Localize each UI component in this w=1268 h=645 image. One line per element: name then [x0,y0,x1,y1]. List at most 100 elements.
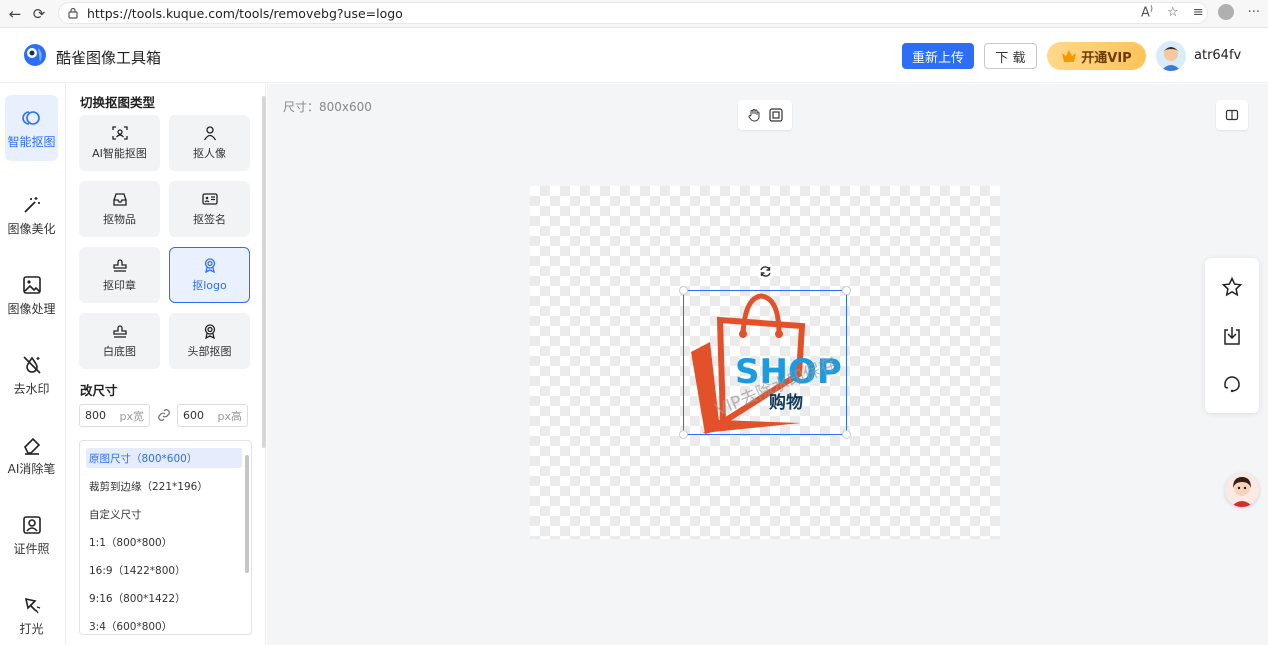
stamp-icon [112,325,127,338]
height-field[interactable]: 600 px高 [177,404,248,427]
signature-card-icon [201,193,218,205]
type-card-stamp[interactable]: 抠印章 [79,247,160,303]
nav-label: AI消除笔 [7,461,56,476]
dimension-label: 尺寸：800x600 [283,100,372,114]
resize-handle-top-left[interactable] [679,286,688,295]
hand-tool-icon[interactable] [747,108,761,122]
username[interactable]: atr64fv [1194,48,1241,63]
size-options-list: 原图尺寸（800*600） 裁剪到边缘（221*196） 自定义尺寸 1:1（8… [79,440,252,635]
height-value: 600 [183,409,204,422]
magic-wand-icon [23,196,40,213]
type-card-object[interactable]: 抠物品 [79,181,160,237]
nav-label: 去水印 [13,381,50,396]
inbox-icon [112,193,127,206]
favorite-star-icon[interactable]: ☆ [1167,5,1179,20]
size-option[interactable]: 自定义尺寸 [86,504,242,524]
size-option[interactable]: 裁剪到边缘（221*196） [86,476,242,496]
eraser-icon [23,437,40,455]
selection-box[interactable] [683,290,847,435]
size-option[interactable]: 16:9（1422*800） [86,560,242,580]
nav-item-beautify[interactable]: 图像美化 [5,182,58,248]
nav-item-id-photo[interactable]: 证件照 [5,502,58,568]
remove-watermark-icon [22,355,41,374]
resize-handle-top-right[interactable] [842,286,851,295]
download-button[interactable]: 下 载 [984,43,1037,69]
type-card-portrait[interactable]: 抠人像 [169,115,250,171]
nav-label: 图像处理 [7,301,56,316]
size-option[interactable]: 3:4（600*800） [86,616,242,634]
type-card-ai-cutout[interactable]: AI智能抠图 [79,115,160,171]
size-option[interactable]: 原图尺寸（800*600） [86,448,242,468]
reupload-button[interactable]: 重新上传 [902,43,974,69]
user-avatar[interactable] [1156,41,1186,71]
save-download-icon[interactable] [1221,325,1243,347]
list-scrollbar[interactable] [245,455,249,573]
favorites-list-icon[interactable]: ≡ [1193,5,1204,20]
view-tools [738,100,792,130]
width-field[interactable]: 800 px宽 [79,404,150,427]
type-label: 抠人像 [193,147,226,160]
size-option[interactable]: 9:16（800*1422） [86,588,242,608]
vip-label: 开通VIP [1081,50,1132,66]
profile-icon[interactable] [1217,4,1234,21]
left-nav: 智能抠图 图像美化 图像处理 去水印 AI消除笔 证件照 打光 [0,84,66,645]
back-icon[interactable]: ← [6,5,24,23]
customer-service-icon[interactable] [1221,372,1243,394]
kuque-logo-icon [24,44,46,66]
workspace: 尺寸：800x600 SHOP 购物 VIP去除水印保存 [267,84,1268,645]
stamp-icon [112,259,127,272]
panel-scrollbar[interactable] [262,96,266,448]
ai-scan-icon [111,126,128,140]
rotate-handle[interactable] [756,262,774,280]
crown-icon [1062,50,1077,62]
size-option[interactable]: 1:1（800*800） [86,532,242,552]
star-icon[interactable] [1221,276,1243,298]
more-icon[interactable]: ··· [1248,5,1260,20]
badge-icon [204,324,215,339]
type-card-white-bg[interactable]: 白底图 [79,313,160,369]
type-label: 头部抠图 [187,345,232,358]
type-label: AI智能抠图 [92,147,147,160]
nav-item-ai-eraser[interactable]: AI消除笔 [5,422,58,488]
person-icon [203,126,216,141]
vip-button[interactable]: 开通VIP [1047,42,1146,70]
type-label: 抠物品 [103,213,136,226]
lock-icon [68,7,78,19]
smart-cutout-icon [21,110,40,125]
type-label: 抠签名 [193,213,226,226]
type-label: 抠印章 [103,279,136,292]
fit-screen-icon[interactable] [769,108,783,122]
reload-icon[interactable]: ⟳ [30,5,48,23]
link-ratio-icon[interactable] [156,407,172,423]
lighting-icon [24,597,40,613]
width-value: 800 [85,409,106,422]
compare-button[interactable] [1216,100,1248,130]
app-header: 酷雀图像工具箱 重新上传 下 载 开通VIP atr64fv [0,29,1268,83]
address-bar[interactable]: https://tools.kuque.com/tools/removebg?u… [58,2,1208,24]
transparent-canvas[interactable]: SHOP 购物 VIP去除水印保存 [530,186,1000,539]
rotate-icon [759,265,771,277]
tool-panel: 切换抠图类型 AI智能抠图 抠人像 抠物品 抠签名 抠印章 抠logo 白底图 … [66,84,266,645]
resize-handle-bottom-right[interactable] [842,430,851,439]
width-unit: px宽 [119,409,145,423]
badge-icon [204,258,215,273]
assistant-avatar[interactable] [1225,473,1259,507]
nav-label: 打光 [19,621,44,636]
read-aloud-icon[interactable]: A) [1141,4,1153,20]
compare-icon [1225,109,1239,121]
type-card-head-cutout[interactable]: 头部抠图 [169,313,250,369]
resize-title: 改尺寸 [80,383,118,398]
type-card-logo[interactable]: 抠logo [169,247,250,303]
nav-label: 图像美化 [7,221,56,236]
resize-handle-bottom-left[interactable] [679,430,688,439]
right-floating-toolbar [1205,258,1259,413]
nav-item-remove-watermark[interactable]: 去水印 [5,342,58,408]
height-unit: px高 [217,409,243,423]
nav-item-smart-cutout[interactable]: 智能抠图 [5,95,58,161]
app-title: 酷雀图像工具箱 [56,49,162,67]
type-label: 抠logo [192,279,227,292]
nav-item-image-process[interactable]: 图像处理 [5,262,58,328]
nav-label: 证件照 [13,541,50,556]
type-card-signature[interactable]: 抠签名 [169,181,250,237]
nav-item-lighting[interactable]: 打光 [5,582,58,645]
